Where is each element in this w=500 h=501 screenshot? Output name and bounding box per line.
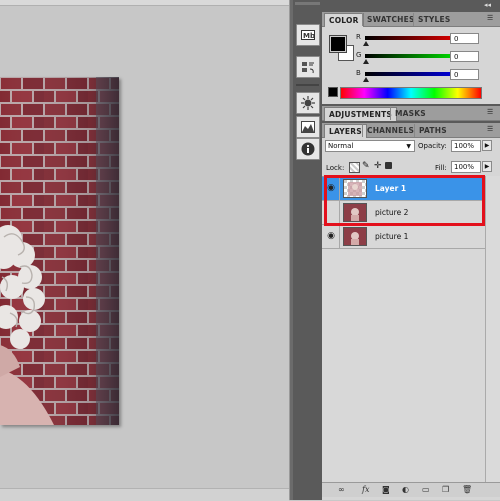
layer-comps-icon[interactable] <box>296 56 320 78</box>
dock-separator <box>296 84 319 86</box>
lock-label: Lock: <box>326 164 345 172</box>
eye-divider <box>339 225 340 249</box>
layer-style-icon[interactable]: fx <box>362 485 369 494</box>
fill-field[interactable]: 100% <box>451 161 481 173</box>
chevron-down-icon: ▼ <box>406 143 411 150</box>
document-top-edge <box>0 0 289 6</box>
dock-grip[interactable] <box>295 2 320 5</box>
adjustment-layer-icon[interactable]: ◐ <box>402 485 409 494</box>
fill-label: Fill: <box>435 164 447 172</box>
tab-color[interactable]: COLOR <box>324 13 364 27</box>
lock-pixels-icon[interactable]: ✎ <box>362 161 370 171</box>
blue-slider-thumb[interactable] <box>363 77 369 82</box>
new-layer-icon[interactable]: ❐ <box>442 485 449 494</box>
link-layers-icon[interactable]: ∞ <box>338 485 345 494</box>
document-status-bar <box>0 488 289 501</box>
fill-dropdown-button[interactable]: ▶ <box>482 161 492 172</box>
opacity-label: Opacity: <box>418 142 447 150</box>
histogram-icon[interactable] <box>296 116 320 138</box>
red-slider-thumb[interactable] <box>363 41 369 46</box>
blue-value-field[interactable]: 0 <box>450 69 479 80</box>
panel-menu-icon[interactable]: ☰ <box>487 126 496 133</box>
opacity-field[interactable]: 100% <box>451 140 481 152</box>
tab-swatches[interactable]: SWATCHES <box>362 13 419 26</box>
layers-panel-footer: ∞ fx ◙ ◐ ▭ ❐ 🗑 <box>322 482 500 497</box>
layer-thumbnail[interactable] <box>343 227 367 246</box>
layer-name[interactable]: picture 1 <box>375 232 408 241</box>
visibility-eye-icon[interactable]: ◉ <box>324 229 338 243</box>
channel-label-r: R <box>356 33 361 41</box>
panel-icon-dock: Mb <box>293 0 322 500</box>
green-value-field[interactable]: 0 <box>450 51 479 62</box>
new-group-icon[interactable]: ▭ <box>422 485 430 494</box>
foreground-color-swatch[interactable] <box>329 35 347 53</box>
lock-position-icon[interactable]: ✛ <box>374 161 382 171</box>
color-spectrum-bar[interactable] <box>340 87 482 99</box>
layers-panel-tabs: LAYERS CHANNELS PATHS ☰ <box>322 123 500 138</box>
layers-scrollbar[interactable] <box>485 176 500 482</box>
blend-mode-value: Normal <box>328 142 354 150</box>
tab-layers[interactable]: LAYERS <box>324 124 367 138</box>
mini-bridge-icon[interactable]: Mb <box>296 24 320 46</box>
tab-adjustments[interactable]: ADJUSTMENTS <box>324 107 398 121</box>
tab-paths[interactable]: PATHS <box>414 124 451 137</box>
channel-label-b: B <box>356 69 361 77</box>
panels-column: ◂◂ COLOR SWATCHES STYLES ☰ R 0 G 0 B 0 A… <box>322 0 500 500</box>
delete-layer-icon[interactable]: 🗑 <box>462 485 472 494</box>
info-icon[interactable] <box>296 138 320 160</box>
panel-menu-icon[interactable]: ☰ <box>487 109 496 116</box>
collapse-panels-icon[interactable]: ◂◂ <box>484 1 491 9</box>
svg-text:Mb: Mb <box>303 32 315 40</box>
spectrum-black-swatch[interactable] <box>328 87 338 97</box>
highlight-annotation-box <box>324 175 485 226</box>
adjustments-icon[interactable] <box>296 92 320 114</box>
panel-menu-icon[interactable]: ☰ <box>487 15 496 22</box>
adjustments-panel-tabs: ADJUSTMENTS MASKS ☰ <box>322 106 500 121</box>
red-value-field[interactable]: 0 <box>450 33 479 44</box>
canvas-photo[interactable] <box>0 77 119 425</box>
lock-all-icon[interactable] <box>385 162 392 169</box>
tab-masks[interactable]: MASKS <box>390 107 430 120</box>
tab-channels[interactable]: CHANNELS <box>362 124 418 137</box>
adjustments-panel: ADJUSTMENTS MASKS ☰ <box>322 106 500 121</box>
channel-label-g: G <box>356 51 362 59</box>
opacity-dropdown-button[interactable]: ▶ <box>482 140 492 151</box>
add-mask-icon[interactable]: ◙ <box>382 485 390 494</box>
brick-wall-photo <box>0 77 119 425</box>
green-slider-thumb[interactable] <box>363 59 369 64</box>
lock-transparency-icon[interactable] <box>349 162 360 173</box>
tab-styles[interactable]: STYLES <box>413 13 454 26</box>
blend-mode-select[interactable]: Normal ▼ <box>325 140 415 152</box>
layer-row-picture-1[interactable]: ◉ picture 1 <box>322 225 485 249</box>
color-panel: COLOR SWATCHES STYLES ☰ R 0 G 0 B 0 <box>322 12 500 104</box>
color-panel-tabs: COLOR SWATCHES STYLES ☰ <box>322 12 500 27</box>
